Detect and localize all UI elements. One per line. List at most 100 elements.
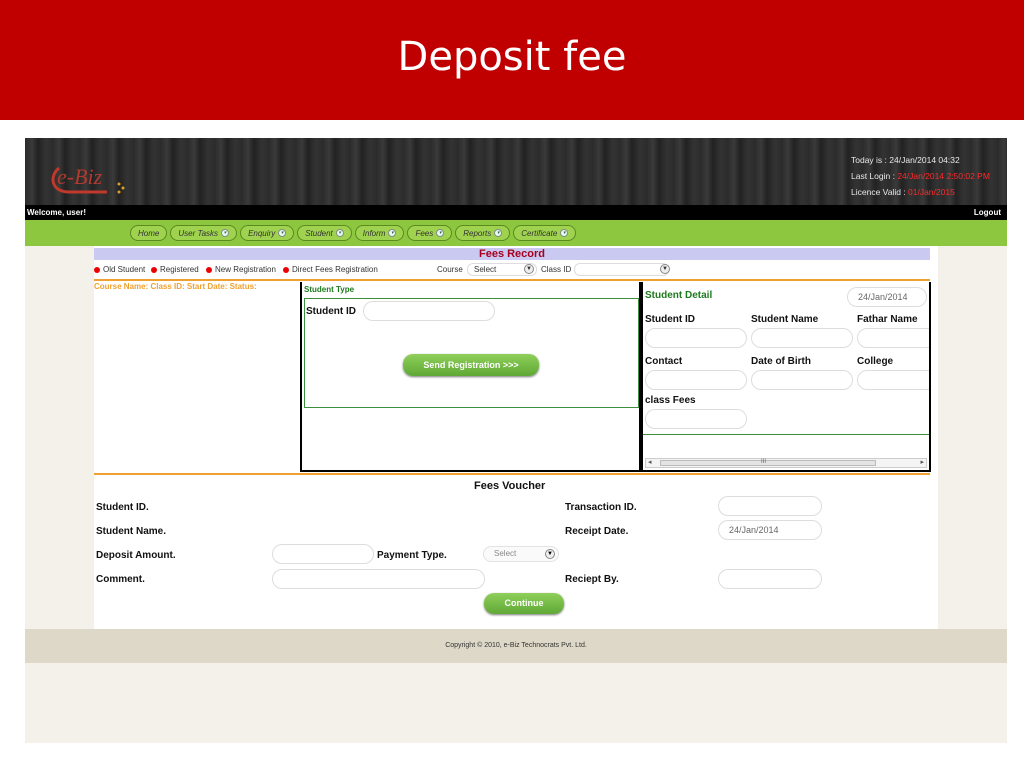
chevron-down-icon[interactable]: ▼ — [545, 549, 555, 559]
menu-item-label: Home — [138, 228, 160, 238]
option-registered[interactable]: Registered — [151, 265, 199, 274]
main-menu: Home User Tasks ▾ Enquiry ▾ Student ▾ Inform ▾ Fe… — [25, 220, 1007, 246]
student-type-panel: Student Type Student ID Send Registratio… — [300, 282, 641, 472]
detail-class-fees-label: class Fees — [645, 395, 696, 406]
session-info: Today is : 24/Jan/2014 04:32 Last Login … — [851, 152, 990, 200]
footer: Copyright © 2010, e-Biz Technocrats Pvt.… — [25, 629, 1007, 663]
detail-student-id-label: Student ID — [645, 314, 695, 325]
radio-dot-icon — [151, 266, 157, 273]
class-id-select[interactable] — [574, 263, 669, 276]
scroll-thumb[interactable]: III — [660, 459, 876, 466]
menu-item-label: Student — [305, 228, 333, 238]
main-content: Fees Record Old Student Registered New R… — [94, 246, 938, 629]
detail-contact-input[interactable] — [645, 370, 747, 390]
app-topbar: e-Biz Today is : 24/Jan/2014 04:32 Last … — [25, 138, 1007, 205]
chevron-down-icon[interactable]: ▼ — [524, 264, 534, 274]
detail-dob-label: Date of Birth — [751, 356, 811, 367]
slide-title: Deposit fee — [397, 34, 627, 80]
student-id-input[interactable] — [363, 301, 495, 321]
slide-header: Deposit fee — [0, 0, 1024, 120]
detail-dob-input[interactable] — [751, 370, 853, 390]
menu-item-label: Reports — [463, 228, 492, 238]
payment-type-label: Payment Type. — [377, 550, 447, 561]
logo-text: e-Biz — [57, 164, 103, 189]
scroll-grip: III — [761, 459, 767, 465]
detail-student-id-input[interactable] — [645, 328, 747, 348]
licence-value: 01/Jan/2015 — [908, 187, 955, 197]
student-detail-date: 24/Jan/2014 — [847, 287, 927, 307]
divider — [643, 434, 929, 435]
detail-student-name-label: Student Name — [751, 314, 819, 325]
menu-item-label: Certificate — [521, 228, 558, 238]
menu-item-label: Fees — [415, 228, 434, 238]
chevron-down-icon[interactable]: ▼ — [660, 264, 670, 274]
comment-input[interactable] — [272, 569, 485, 589]
receipt-date-label: Receipt Date. — [565, 526, 629, 537]
deposit-amount-input[interactable] — [272, 544, 374, 564]
option-label: New Registration — [215, 265, 276, 274]
option-label: Old Student — [103, 265, 146, 274]
chevron-down-icon: ▾ — [335, 229, 344, 237]
student-detail-panel: Student Detail 24/Jan/2014 Student ID St… — [641, 282, 931, 472]
logout-link[interactable]: Logout — [974, 208, 1001, 217]
student-detail-title: Student Detail — [645, 290, 713, 301]
menu-item-fees[interactable]: Fees ▾ — [407, 225, 453, 241]
receipt-date-input[interactable]: 24/Jan/2014 — [718, 520, 822, 540]
today-value: 24/Jan/2014 04:32 — [889, 155, 960, 165]
menu-item-label: User Tasks — [178, 228, 219, 238]
welcome-bar: Welcome, user! Logout — [25, 205, 1007, 220]
detail-class-fees-input[interactable] — [645, 409, 747, 429]
divider — [94, 279, 930, 281]
detail-college-label: College — [857, 356, 894, 367]
receipt-by-input[interactable] — [718, 569, 822, 589]
radio-dot-icon — [94, 266, 100, 273]
option-direct-fees-registration[interactable]: Direct Fees Registration — [283, 265, 378, 274]
menu-item-user-tasks[interactable]: User Tasks ▾ — [170, 225, 238, 241]
option-label: Direct Fees Registration — [292, 265, 378, 274]
student-type-title: Student Type — [304, 285, 355, 294]
detail-college-input[interactable] — [857, 370, 929, 390]
radio-dot-icon — [283, 266, 289, 273]
today-label: Today is : — [851, 155, 890, 165]
chevron-down-icon: ▾ — [221, 229, 230, 237]
send-registration-button[interactable]: Send Registration >>> — [403, 354, 539, 376]
deposit-amount-label: Deposit Amount. — [96, 550, 176, 561]
option-label: Registered — [160, 265, 199, 274]
student-id-label: Student ID — [306, 306, 356, 317]
horizontal-scrollbar[interactable]: ◂ III ▸ — [645, 458, 927, 468]
menu-item-certificate[interactable]: Certificate ▾ — [513, 225, 577, 241]
comment-label: Comment. — [96, 574, 145, 585]
voucher-student-name-label: Student Name. — [96, 526, 167, 537]
fees-record-title: Fees Record — [94, 248, 930, 260]
menu-list: Home User Tasks ▾ Enquiry ▾ Student ▾ Inform ▾ Fe… — [130, 225, 579, 241]
continue-button[interactable]: Continue — [484, 593, 564, 614]
chevron-down-icon: ▾ — [388, 229, 397, 237]
licence-label: Licence Valid : — [851, 187, 909, 197]
divider — [94, 473, 930, 475]
last-login-label: Last Login : — [851, 171, 898, 181]
option-new-registration[interactable]: New Registration — [206, 265, 276, 274]
menu-item-label: Inform — [362, 228, 386, 238]
detail-student-name-input[interactable] — [751, 328, 853, 348]
menu-item-label: Enquiry — [248, 228, 276, 238]
app-screenshot: e-Biz Today is : 24/Jan/2014 04:32 Last … — [25, 138, 1007, 743]
chevron-down-icon: ▾ — [436, 229, 445, 237]
menu-item-inform[interactable]: Inform ▾ — [354, 225, 405, 241]
detail-father-name-input[interactable] — [857, 328, 929, 348]
menu-item-reports[interactable]: Reports ▾ — [455, 225, 511, 241]
menu-item-home[interactable]: Home — [130, 225, 168, 241]
student-type-box: Student ID Send Registration >>> — [304, 298, 639, 408]
chevron-down-icon: ▾ — [560, 229, 569, 237]
radio-dot-icon — [206, 266, 212, 273]
course-label: Course — [437, 265, 463, 274]
scroll-left-icon[interactable]: ◂ — [648, 458, 652, 466]
receipt-by-label: Reciept By. — [565, 574, 619, 585]
scroll-right-icon[interactable]: ▸ — [920, 458, 924, 466]
option-old-student[interactable]: Old Student — [94, 265, 145, 274]
menu-item-student[interactable]: Student ▾ — [297, 225, 352, 241]
menu-item-enquiry[interactable]: Enquiry ▾ — [240, 225, 295, 241]
voucher-title: Fees Voucher — [474, 480, 546, 492]
course-info: Course Name: Class ID: Start Date: Statu… — [94, 282, 257, 291]
transaction-id-input[interactable] — [718, 496, 822, 516]
detail-father-name-label: Fathar Name — [857, 314, 918, 325]
